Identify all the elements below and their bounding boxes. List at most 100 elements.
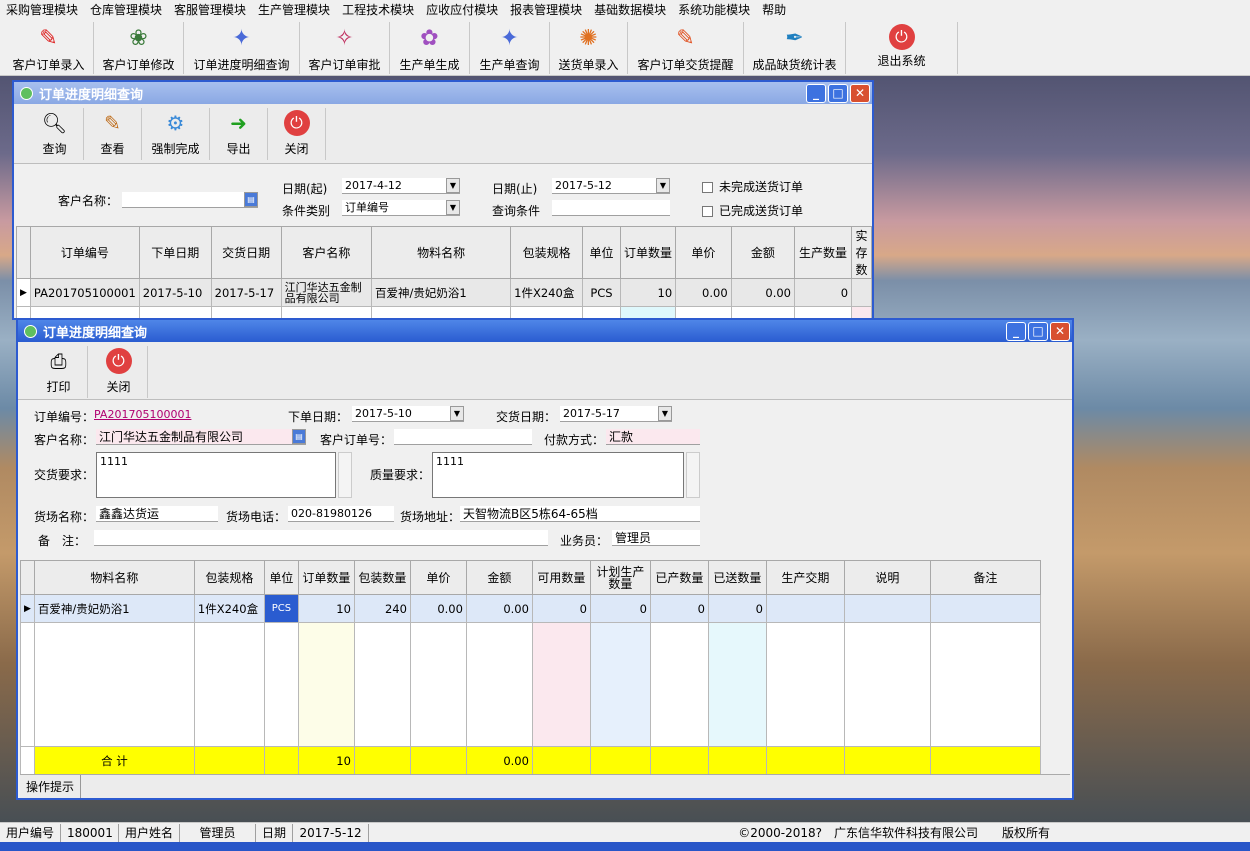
lookup-icon[interactable]: ▤ bbox=[244, 192, 258, 207]
column-header[interactable]: 订单数量 bbox=[297, 560, 355, 595]
table-cell[interactable]: 10 bbox=[619, 278, 677, 307]
column-header[interactable]: 已送数量 bbox=[707, 560, 767, 595]
order-date-picker[interactable]: 2017-5-10 ▼ bbox=[352, 406, 464, 422]
table-cell[interactable]: 0.00 bbox=[465, 594, 533, 623]
delivery-reminder-button[interactable]: ✎ 客户订单交货提醒 bbox=[628, 22, 744, 74]
progress-query-button[interactable]: ✦ 订单进度明细查询 bbox=[184, 22, 300, 74]
table-cell[interactable] bbox=[263, 622, 299, 747]
chevron-down-icon[interactable]: ▼ bbox=[658, 406, 672, 421]
menu-item[interactable]: 报表管理模块 bbox=[504, 0, 588, 20]
table-cell[interactable] bbox=[649, 622, 709, 747]
close-window-button[interactable]: ✕ bbox=[850, 83, 870, 103]
column-header[interactable]: 下单日期 bbox=[138, 226, 212, 279]
table-row[interactable]: ▶ 百爱神/贵妃奶浴1 1件X240盒 PCS 10 240 0.00 0.00 0 0 0 0 bbox=[20, 594, 1041, 623]
salesman-input[interactable]: 管理员 bbox=[612, 530, 700, 546]
production-query-button[interactable]: ✦ 生产单查询 bbox=[470, 22, 550, 74]
yard-phone-input[interactable]: 020-81980126 bbox=[288, 506, 394, 522]
table-cell[interactable] bbox=[589, 622, 651, 747]
yard-addr-input[interactable]: 天智物流B区5栋64-65档 bbox=[460, 506, 700, 522]
order-entry-button[interactable]: ✎ 客户订单录入 bbox=[4, 22, 94, 74]
column-header[interactable]: 可用数量 bbox=[531, 560, 591, 595]
table-cell[interactable] bbox=[851, 278, 872, 307]
table-cell[interactable] bbox=[353, 622, 411, 747]
scrollbar[interactable] bbox=[686, 452, 700, 498]
table-cell[interactable] bbox=[193, 622, 265, 747]
column-header[interactable]: 说明 bbox=[843, 560, 931, 595]
table-cell[interactable]: 10 bbox=[297, 594, 355, 623]
delivery-req-textarea[interactable]: 1111 bbox=[96, 452, 336, 498]
menu-item[interactable]: 系统功能模块 bbox=[672, 0, 756, 20]
customer-input[interactable]: ▤ bbox=[122, 192, 258, 208]
table-cell[interactable]: 0.00 bbox=[409, 594, 467, 623]
order-no-link[interactable]: PA201705100001 bbox=[94, 408, 191, 421]
table-cell[interactable] bbox=[843, 622, 931, 747]
close-button[interactable]: ⏻ 关闭 bbox=[90, 346, 148, 398]
table-cell[interactable]: 1件X240盒 bbox=[193, 594, 265, 623]
menu-item[interactable]: 应收应付模块 bbox=[420, 0, 504, 20]
menu-item[interactable]: 采购管理模块 bbox=[0, 0, 84, 20]
table-cell[interactable] bbox=[929, 622, 1041, 747]
finished-checkbox[interactable]: 已完成送货订单 bbox=[702, 202, 803, 219]
column-header[interactable]: 单位 bbox=[582, 226, 621, 279]
shortage-stats-button[interactable]: ✒ 成品缺货统计表 bbox=[744, 22, 846, 74]
column-header[interactable]: 物料名称 bbox=[371, 226, 512, 279]
menu-item[interactable]: 仓库管理模块 bbox=[84, 0, 168, 20]
customer-field[interactable]: 江门华达五金制品有限公司 ▤ bbox=[96, 429, 306, 445]
column-header[interactable]: 已产数量 bbox=[649, 560, 709, 595]
table-cell[interactable] bbox=[465, 622, 533, 747]
column-header[interactable]: 包装数量 bbox=[353, 560, 411, 595]
quality-req-textarea[interactable]: 1111 bbox=[432, 452, 684, 498]
remark-input[interactable] bbox=[94, 530, 548, 546]
table-cell[interactable]: 0.00 bbox=[675, 278, 732, 307]
table-cell[interactable]: PCS bbox=[582, 278, 621, 307]
exit-system-button[interactable]: ⏻ 退出系统 bbox=[846, 22, 958, 74]
minimize-button[interactable]: _ bbox=[1006, 321, 1026, 341]
table-cell[interactable]: 百爱神/贵妃奶浴1 bbox=[371, 278, 512, 307]
date-from-picker[interactable]: 2017-4-12 ▼ bbox=[342, 178, 460, 194]
table-cell[interactable]: 2017-5-17 bbox=[210, 278, 282, 307]
maximize-button[interactable]: □ bbox=[1028, 321, 1048, 341]
payment-field[interactable]: 汇款 bbox=[606, 429, 700, 445]
table-cell[interactable] bbox=[765, 622, 845, 747]
table-cell[interactable] bbox=[531, 622, 591, 747]
view-button[interactable]: ✎ 查看 bbox=[84, 108, 142, 160]
close-button[interactable]: ⏻ 关闭 bbox=[268, 108, 326, 160]
table-cell[interactable] bbox=[707, 622, 767, 747]
delivery-date-picker[interactable]: 2017-5-17 ▼ bbox=[560, 406, 672, 422]
column-header[interactable]: 物料名称 bbox=[33, 560, 195, 595]
table-cell[interactable]: 240 bbox=[353, 594, 411, 623]
table-cell[interactable] bbox=[409, 622, 467, 747]
cond-input[interactable] bbox=[552, 200, 670, 216]
production-create-button[interactable]: ✿ 生产单生成 bbox=[390, 22, 470, 74]
column-header[interactable]: 金额 bbox=[465, 560, 533, 595]
column-header[interactable]: 交货日期 bbox=[210, 226, 282, 279]
column-header[interactable]: 生产数量 bbox=[793, 226, 853, 279]
table-cell[interactable]: 0 bbox=[793, 278, 853, 307]
table-cell[interactable]: PA201705100001 bbox=[29, 278, 140, 307]
table-cell[interactable]: 0 bbox=[589, 594, 651, 623]
column-header[interactable]: 实存数 bbox=[851, 226, 872, 279]
chevron-down-icon[interactable]: ▼ bbox=[450, 406, 464, 421]
order-approve-button[interactable]: ✧ 客户订单审批 bbox=[300, 22, 390, 74]
menu-item[interactable]: 基础数据模块 bbox=[588, 0, 672, 20]
column-header[interactable]: 包装规格 bbox=[193, 560, 265, 595]
table-cell[interactable] bbox=[929, 594, 1041, 623]
cond-type-select[interactable]: 订单编号 ▼ bbox=[342, 200, 460, 216]
scrollbar[interactable] bbox=[338, 452, 352, 498]
table-cell[interactable]: 0.00 bbox=[730, 278, 796, 307]
table-cell[interactable]: 1件X240盒 bbox=[510, 278, 584, 307]
column-header[interactable]: 生产交期 bbox=[765, 560, 845, 595]
table-cell[interactable] bbox=[33, 622, 195, 747]
chevron-down-icon[interactable]: ▼ bbox=[446, 178, 460, 193]
table-cell[interactable] bbox=[765, 594, 845, 623]
print-button[interactable]: ⎙ 打印 bbox=[30, 346, 88, 398]
force-complete-button[interactable]: ⚙ 强制完成 bbox=[142, 108, 210, 160]
unfinished-checkbox[interactable]: 未完成送货订单 bbox=[702, 178, 803, 195]
column-header[interactable]: 包装规格 bbox=[510, 226, 584, 279]
table-row[interactable]: ▶ PA201705100001 2017-5-10 2017-5-17 江门华达五金制… bbox=[16, 278, 872, 307]
column-header[interactable]: 备注 bbox=[929, 560, 1041, 595]
chevron-down-icon[interactable]: ▼ bbox=[446, 200, 460, 215]
order-modify-button[interactable]: ❀ 客户订单修改 bbox=[94, 22, 184, 74]
yard-name-input[interactable]: 鑫鑫达货运 bbox=[96, 506, 218, 522]
table-cell[interactable]: 0 bbox=[531, 594, 591, 623]
